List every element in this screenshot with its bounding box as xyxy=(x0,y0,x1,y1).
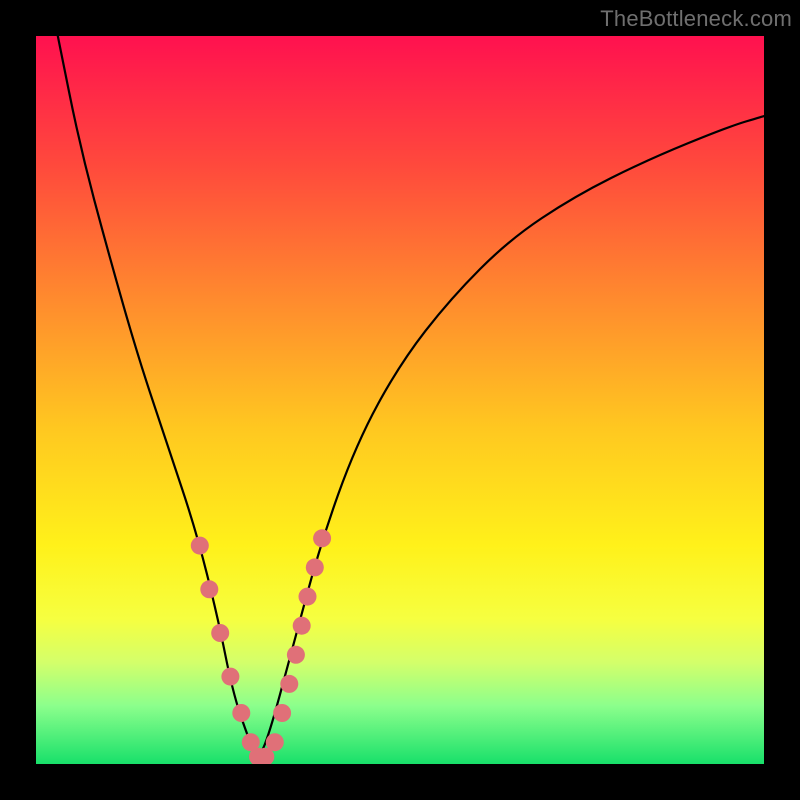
bottleneck-curve xyxy=(58,36,764,754)
marker-point xyxy=(306,558,324,576)
plot-area xyxy=(36,36,764,764)
marker-point xyxy=(313,529,331,547)
marker-point xyxy=(232,704,250,722)
highlight-points xyxy=(191,529,331,764)
marker-point xyxy=(211,624,229,642)
marker-point xyxy=(299,588,317,606)
marker-point xyxy=(200,580,218,598)
watermark-text: TheBottleneck.com xyxy=(600,6,792,32)
marker-point xyxy=(273,704,291,722)
chart-svg xyxy=(36,36,764,764)
marker-point xyxy=(280,675,298,693)
chart-frame: TheBottleneck.com xyxy=(0,0,800,800)
marker-point xyxy=(287,646,305,664)
marker-point xyxy=(221,668,239,686)
marker-point xyxy=(293,617,311,635)
marker-point xyxy=(266,733,284,751)
marker-point xyxy=(191,537,209,555)
